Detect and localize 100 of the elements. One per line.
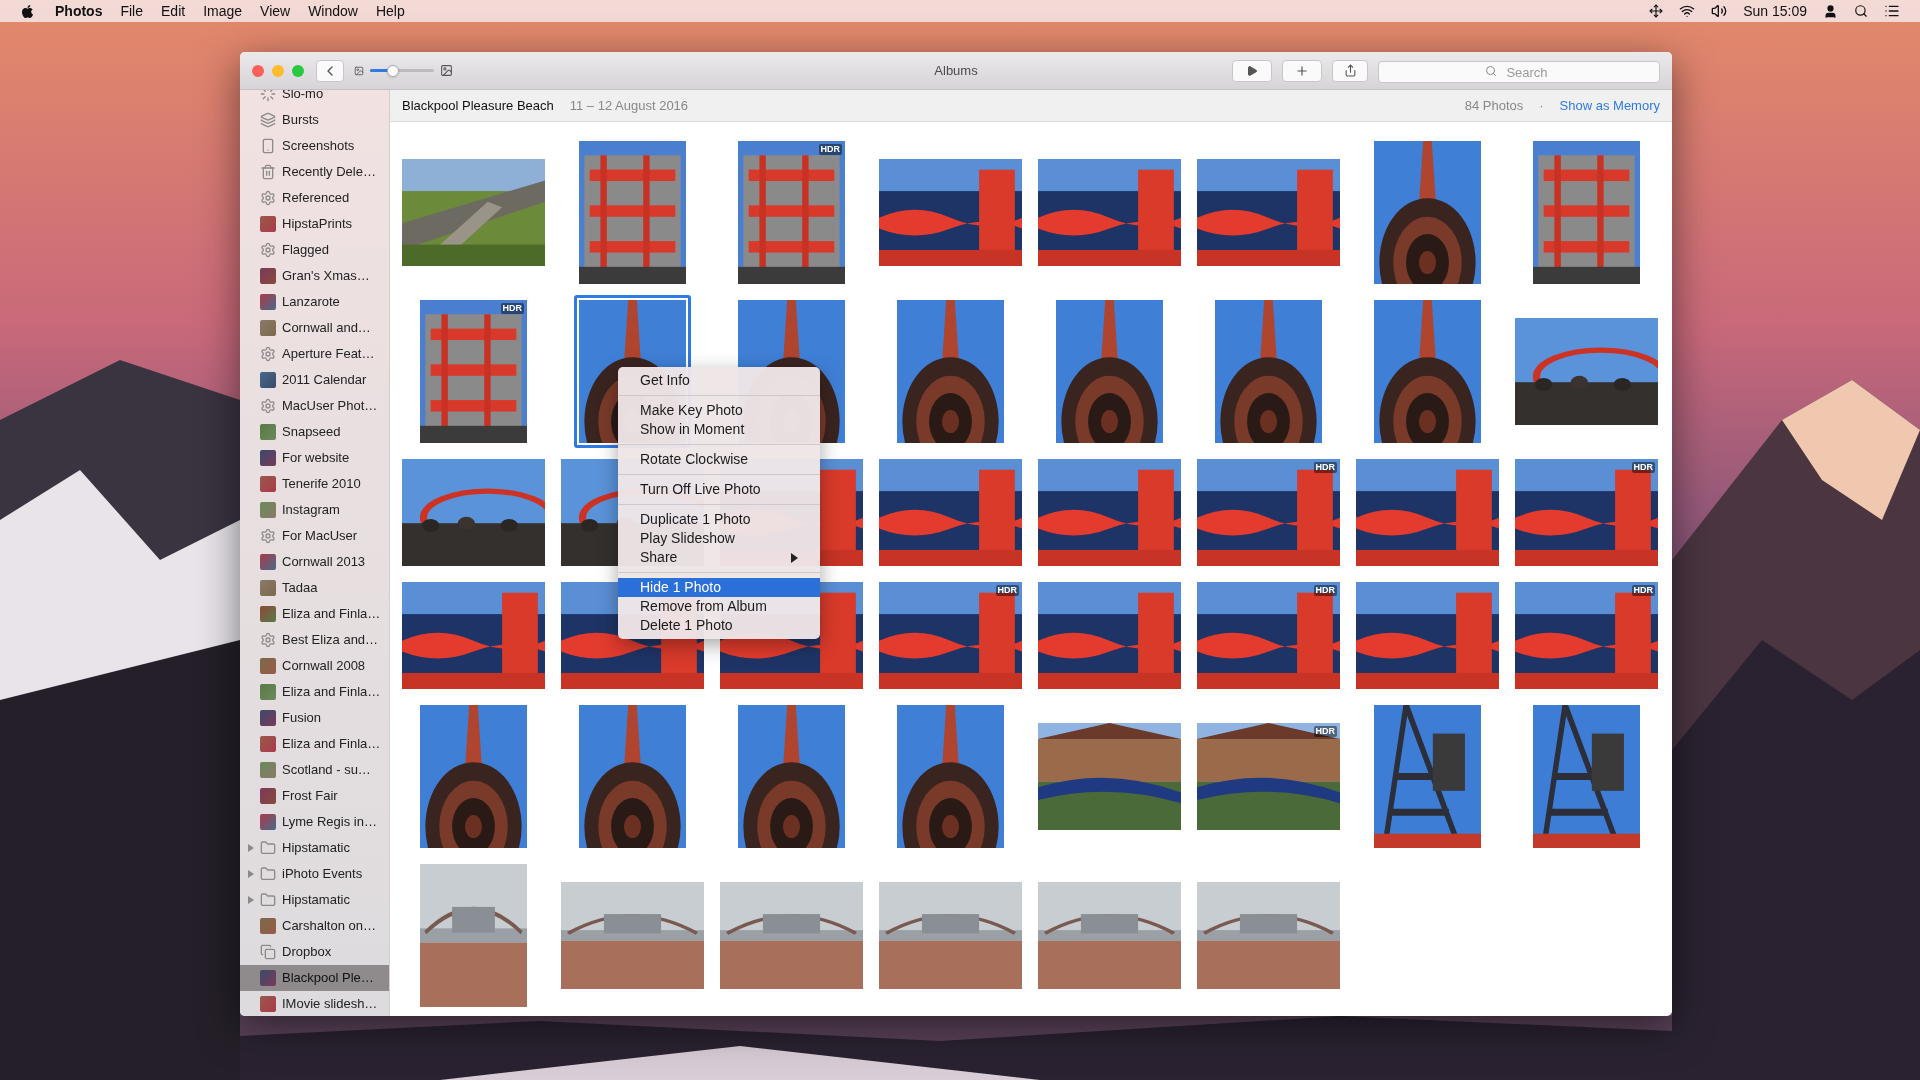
album-thumbnail-icon	[260, 268, 276, 284]
sidebar-item[interactable]: For MacUser	[240, 523, 389, 549]
sidebar-item[interactable]: Cornwall 2013	[240, 549, 389, 575]
slider-thumb[interactable]	[387, 64, 400, 77]
sidebar-item[interactable]: Fusion	[240, 705, 389, 731]
album-thumbnail-icon	[260, 606, 276, 622]
sidebar-label: Hipstamatic	[282, 891, 350, 910]
menu-option[interactable]: Show in Moment	[618, 420, 820, 439]
hdr-label: HDR	[1631, 585, 1655, 596]
sidebar-label: Frost Fair	[282, 787, 338, 806]
menu-option[interactable]: Share	[618, 548, 820, 567]
sidebar-item[interactable]: Lyme Regis in…	[240, 809, 389, 835]
sidebar-label: For website	[282, 449, 350, 468]
slideshow-button[interactable]	[1232, 59, 1272, 82]
move-icon[interactable]	[1649, 4, 1664, 18]
hdr-label: HDR	[1313, 726, 1337, 737]
back-button[interactable]	[316, 59, 344, 82]
sidebar-item[interactable]: Eliza and Finla…	[240, 731, 389, 757]
menu-option[interactable]: Get Info	[618, 371, 820, 390]
sidebar-item[interactable]: Best Eliza and…	[240, 627, 389, 653]
gear-icon	[260, 398, 276, 414]
menu-option[interactable]: Remove from Album	[618, 597, 820, 616]
menu-option[interactable]: Duplicate 1 Photo	[618, 510, 820, 529]
sidebar-label: Eliza and Finla…	[282, 605, 381, 624]
sidebar-label: Gran's Xmas…	[282, 267, 370, 286]
sidebar-item[interactable]: Eliza and Finla…	[240, 679, 389, 705]
sidebar-item[interactable]: Instagram	[240, 497, 389, 523]
album-thumbnail-icon	[260, 450, 276, 466]
album-thumbnail-icon	[260, 736, 276, 752]
sidebar-item[interactable]: Cornwall 2008	[240, 653, 389, 679]
sidebar-item[interactable]: HipstaPrints	[240, 211, 389, 237]
album-thumbnail-icon	[260, 424, 276, 440]
sidebar-item[interactable]: Eliza and Finla…	[240, 601, 389, 627]
album-dates: 11 – 12 August 2016	[569, 96, 689, 115]
sidebar-label: Cornwall 2008	[282, 657, 366, 676]
menu-option[interactable]: Play Slideshow	[618, 529, 820, 548]
album-stack-icon	[260, 944, 276, 960]
sidebar-label: Flagged	[282, 241, 329, 260]
sidebar-item[interactable]: Aperture Feat…	[240, 341, 389, 367]
close-button[interactable]	[252, 64, 264, 77]
sidebar-label: Lyme Regis in…	[282, 813, 377, 832]
album-thumbnail-icon	[260, 476, 276, 492]
menu-item[interactable]: Window	[308, 0, 358, 22]
zoom-slider[interactable]	[370, 63, 434, 78]
sidebar-item[interactable]: IMovie slidesh…	[240, 991, 389, 1016]
menu-option[interactable]: Hide 1 Photo	[618, 578, 820, 597]
menu-item[interactable]: Help	[375, 0, 405, 22]
sidebar-item[interactable]: Tenerife 2010	[240, 471, 389, 497]
sidebar-item[interactable]: iPhoto Events	[240, 861, 389, 887]
sidebar-label: MacUser Phot…	[282, 397, 378, 416]
menu-option[interactable]: Rotate Clockwise	[618, 450, 820, 469]
album-thumbnail-icon	[260, 970, 276, 986]
photo-count: 84 Photos	[1464, 96, 1524, 115]
show-as-memory-link[interactable]: Show as Memory	[1559, 95, 1660, 116]
sidebar-item[interactable]: 2011 Calendar	[240, 367, 389, 393]
album-thumbnail-icon	[260, 996, 276, 1012]
sidebar-item[interactable]: Snapseed	[240, 419, 389, 445]
search-field[interactable]: Search	[1378, 61, 1660, 83]
sidebar-label: Dropbox	[282, 943, 332, 962]
sidebar-item[interactable]: For website	[240, 445, 389, 471]
separator-dot: ·	[1539, 96, 1544, 115]
gear-icon	[260, 190, 276, 206]
disclosure-triangle-icon[interactable]	[248, 844, 254, 852]
disclosure-triangle-icon[interactable]	[248, 896, 254, 904]
sidebar-item[interactable]: Bursts	[240, 107, 389, 133]
sidebar-item[interactable]: Dropbox	[240, 939, 389, 965]
sidebar-item[interactable]: Gran's Xmas…	[240, 263, 389, 289]
sidebar-label: Best Eliza and…	[282, 631, 379, 650]
sidebar-item[interactable]: Hipstamatic	[240, 887, 389, 913]
sidebar-item[interactable]: Blackpool Ple…	[240, 965, 389, 991]
plus-icon	[1295, 63, 1309, 78]
hdr-label: HDR	[500, 303, 524, 314]
add-button[interactable]	[1282, 59, 1322, 82]
menu-option[interactable]: Make Key Photo	[618, 401, 820, 420]
disclosure-triangle-icon[interactable]	[248, 870, 254, 878]
sidebar-item[interactable]: Referenced	[240, 185, 389, 211]
share-button[interactable]	[1332, 59, 1368, 82]
folder-icon	[260, 866, 276, 882]
sidebar-item[interactable]: Recently Dele…	[240, 159, 389, 185]
large-photo-icon	[440, 64, 453, 77]
sidebar-item[interactable]: Carshalton on…	[240, 913, 389, 939]
sidebar-label: Carshalton on…	[282, 917, 376, 936]
sidebar-label: 2011 Calendar	[282, 371, 367, 390]
sidebar-item[interactable]: Scotland - su…	[240, 757, 389, 783]
sidebar-item[interactable]: Tadaa	[240, 575, 389, 601]
sidebar-item[interactable]: Frost Fair	[240, 783, 389, 809]
album-thumbnail-icon	[260, 814, 276, 830]
menu-option[interactable]: Delete 1 Photo	[618, 616, 820, 635]
sidebar-item[interactable]: Hipstamatic	[240, 835, 389, 861]
sidebar-item[interactable]: Screenshots	[240, 133, 389, 159]
folder-icon	[260, 892, 276, 908]
menu-item[interactable]: View	[260, 0, 291, 22]
hdr-label: HDR	[818, 144, 842, 155]
menu-option[interactable]: Turn Off Live Photo	[618, 480, 820, 499]
album-thumbnail-icon	[260, 658, 276, 674]
sidebar-label: Tenerife 2010	[282, 475, 361, 494]
sidebar-item[interactable]: Flagged	[240, 237, 389, 263]
sidebar-item[interactable]: Cornwall and…	[240, 315, 389, 341]
sidebar-item[interactable]: Lanzarote	[240, 289, 389, 315]
sidebar-item[interactable]: MacUser Phot…	[240, 393, 389, 419]
